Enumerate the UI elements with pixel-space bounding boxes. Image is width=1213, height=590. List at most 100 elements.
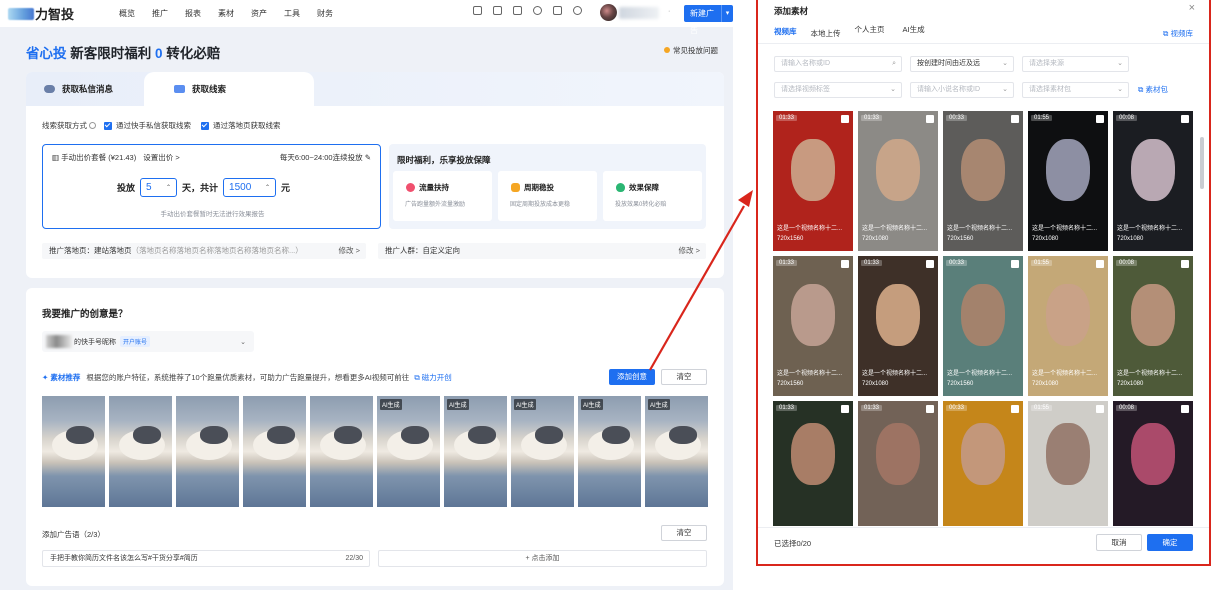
video-tile[interactable]: 00:08	[1113, 401, 1193, 526]
video-tile[interactable]: 00:08 这是一个视频名称十二... 720x1080	[1113, 256, 1193, 396]
select-checkbox[interactable]	[926, 260, 934, 268]
select-checkbox[interactable]	[841, 115, 849, 123]
confirm-button[interactable]: 确定	[1147, 534, 1193, 551]
nav-finance[interactable]: 财务	[317, 8, 333, 19]
clear-button[interactable]: 清空	[661, 369, 707, 385]
account-select[interactable]: 的快手号昵称 开户账号 ⌄	[42, 331, 254, 352]
checkbox-icon[interactable]	[201, 121, 209, 130]
select-checkbox[interactable]	[841, 405, 849, 413]
chevron-down-icon[interactable]: ⌄	[1002, 57, 1008, 71]
audience-edit-link[interactable]: 修改 >	[679, 243, 700, 259]
copy-clear-button[interactable]: 清空	[661, 525, 707, 541]
nav-assets[interactable]: 资产	[251, 8, 267, 19]
pack-select[interactable]: 请选择素材包 ⌄	[1022, 82, 1129, 98]
material-thumbnail[interactable]	[310, 396, 373, 507]
add-creative-button[interactable]: 添加创意	[609, 369, 655, 385]
phone-icon[interactable]	[513, 6, 522, 15]
tab-get-leads[interactable]: 获取线索	[144, 72, 314, 106]
tab-local-upload[interactable]: 本地上传	[811, 26, 841, 44]
video-tile[interactable]: 01:33	[773, 401, 853, 526]
chevron-down-icon[interactable]: ▾	[722, 5, 733, 22]
days-stepper[interactable]: 5 ⌃	[140, 178, 178, 197]
help-icon[interactable]	[573, 6, 582, 15]
cancel-button[interactable]: 取消	[1096, 534, 1142, 551]
video-tile[interactable]: 01:33	[858, 401, 938, 526]
copy-text[interactable]: 手把手教你简历文件名该怎么写#干货分享#简历	[50, 555, 198, 562]
select-checkbox[interactable]	[1096, 115, 1104, 123]
search-icon[interactable]: ⌕	[892, 57, 896, 71]
copy-input[interactable]: 手把手教你简历文件名该怎么写#干货分享#简历 22/30	[42, 550, 370, 567]
source-select[interactable]: 请选择来源 ⌄	[1022, 56, 1129, 72]
video-tile[interactable]: 01:55	[1028, 401, 1108, 526]
landing-edit-link[interactable]: 修改 >	[332, 243, 360, 259]
gift-icon[interactable]	[473, 6, 482, 15]
chevron-down-icon[interactable]: ⌄	[890, 83, 896, 97]
help-icon[interactable]	[89, 122, 96, 129]
stepper-icon[interactable]: ⌃	[166, 184, 171, 191]
material-thumbnail[interactable]: AI生成	[377, 396, 440, 507]
copy-add-button[interactable]: + 点击添加	[378, 550, 707, 567]
video-tile[interactable]: 00:08 这是一个视频名称十二... 720x1080	[1113, 111, 1193, 251]
chevron-down-icon[interactable]: ⌄	[1117, 83, 1123, 97]
search-name-input[interactable]: 请输入名称或ID ⌕	[774, 56, 902, 72]
video-tile[interactable]: 01:55 这是一个视频名称十二... 720x1080	[1028, 256, 1108, 396]
video-tile[interactable]: 00:33	[943, 401, 1023, 526]
video-tile[interactable]: 00:33 这是一个视频名称十二... 720x1560	[943, 111, 1023, 251]
select-checkbox[interactable]	[1181, 260, 1189, 268]
new-ad-label[interactable]: 新建广告	[684, 5, 723, 35]
video-tile[interactable]: 01:33 这是一个视频名称十二... 720x1560	[773, 111, 853, 251]
account-caret-icon[interactable]: ·	[668, 8, 670, 15]
select-checkbox[interactable]	[1181, 405, 1189, 413]
video-tile[interactable]: 01:33 这是一个视频名称十二... 720x1560	[773, 256, 853, 396]
material-thumbnail[interactable]	[243, 396, 306, 507]
scrollbar[interactable]	[1200, 137, 1204, 189]
nav-promotion[interactable]: 推广	[152, 8, 168, 19]
novel-input[interactable]: 请输入小说名称或ID ⌄	[910, 82, 1014, 98]
stepper-icon[interactable]: ⌃	[265, 184, 270, 191]
chevron-down-icon[interactable]: ⌄	[1117, 57, 1123, 71]
tab-private-message[interactable]: 获取私信消息	[44, 72, 113, 106]
edit-icon[interactable]: ✎	[365, 153, 371, 162]
option-landing-page[interactable]: 通过落地页获取线索	[213, 120, 281, 131]
magnetic-link[interactable]: ⧉ 磁力开创	[414, 372, 451, 383]
video-tile[interactable]: 00:33 这是一个视频名称十二... 720x1560	[943, 256, 1023, 396]
bid-package-box[interactable]: ▥ 手动出价套餐 (¥21.43) 设置出价 > 每天6:00~24:00连续投…	[42, 144, 381, 229]
tab-ai-generate[interactable]: AI生成	[903, 24, 925, 44]
nav-reports[interactable]: 报表	[185, 8, 201, 19]
select-checkbox[interactable]	[1181, 115, 1189, 123]
checkbox-icon[interactable]	[104, 121, 112, 130]
bell-icon[interactable]	[533, 6, 542, 15]
video-tile[interactable]: 01:33 这是一个视频名称十二... 720x1080	[858, 111, 938, 251]
logo[interactable]: 力智投	[8, 4, 103, 23]
bid-setting-link[interactable]: 设置出价 >	[143, 153, 179, 162]
chat-icon[interactable]	[553, 6, 562, 15]
tag-select[interactable]: 请选择视频标签 ⌄	[774, 82, 902, 98]
select-checkbox[interactable]	[1096, 260, 1104, 268]
material-thumbnail[interactable]	[109, 396, 172, 507]
material-thumbnail[interactable]	[42, 396, 105, 507]
select-checkbox[interactable]	[1011, 260, 1019, 268]
select-checkbox[interactable]	[1011, 405, 1019, 413]
tab-video-library[interactable]: 视频库	[774, 26, 797, 44]
video-tile[interactable]: 01:33 这是一个视频名称十二... 720x1080	[858, 256, 938, 396]
select-checkbox[interactable]	[926, 405, 934, 413]
material-thumbnail[interactable]: AI生成	[645, 396, 708, 507]
avatar[interactable]	[600, 4, 617, 21]
nav-tools[interactable]: 工具	[284, 8, 300, 19]
amount-stepper[interactable]: 1500 ⌃	[223, 178, 277, 197]
video-library-link[interactable]: ⧉ 视频库	[1163, 28, 1193, 39]
material-thumbnail[interactable]: AI生成	[578, 396, 641, 507]
select-checkbox[interactable]	[841, 260, 849, 268]
material-thumbnail[interactable]: AI生成	[444, 396, 507, 507]
chevron-down-icon[interactable]: ⌄	[1002, 83, 1008, 97]
video-tile[interactable]: 01:55 这是一个视频名称十二... 720x1080	[1028, 111, 1108, 251]
select-checkbox[interactable]	[1096, 405, 1104, 413]
nav-overview[interactable]: 概览	[119, 8, 135, 19]
close-icon[interactable]: ×	[1189, 2, 1195, 14]
select-checkbox[interactable]	[1011, 115, 1019, 123]
days-value[interactable]: 5	[146, 182, 152, 193]
faq-link[interactable]: 常见投放问题	[664, 45, 718, 56]
select-checkbox[interactable]	[926, 115, 934, 123]
tab-profile[interactable]: 个人主页	[855, 24, 885, 44]
nav-materials[interactable]: 素材	[218, 8, 234, 19]
